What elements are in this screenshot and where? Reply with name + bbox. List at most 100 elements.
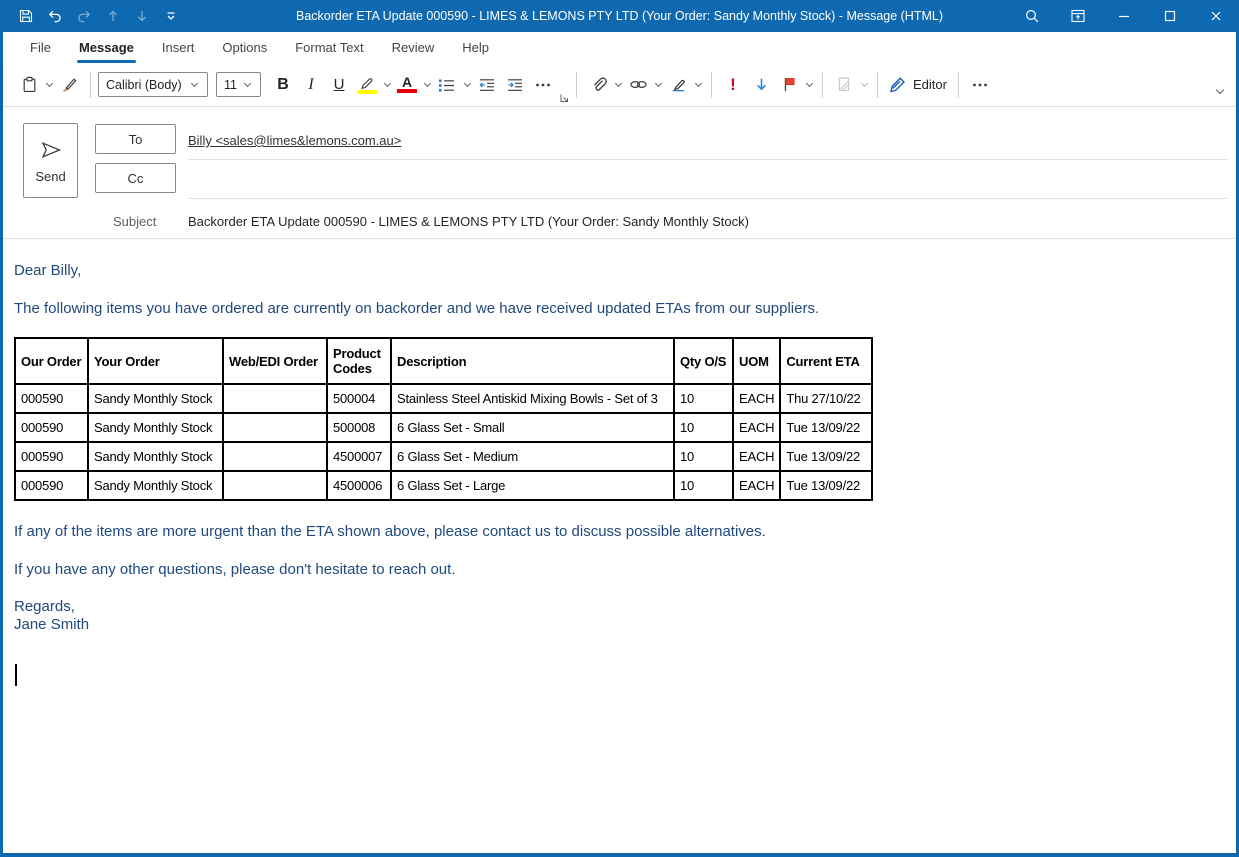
format-painter-icon[interactable] bbox=[55, 70, 83, 100]
send-button[interactable]: Send bbox=[23, 123, 78, 198]
outlook-message-window: Backorder ETA Update 000590 - LIMES & LE… bbox=[0, 0, 1239, 857]
ribbon-display-options-icon[interactable] bbox=[1055, 0, 1101, 32]
high-importance-button[interactable]: ! bbox=[719, 70, 747, 100]
message-header: Send To Cc Billy <sales@limes&lemons.com… bbox=[3, 107, 1236, 239]
signature-dropdown-icon[interactable] bbox=[695, 80, 702, 87]
tab-insert[interactable]: Insert bbox=[148, 32, 209, 63]
close-button[interactable] bbox=[1193, 0, 1239, 32]
minimize-button[interactable] bbox=[1101, 0, 1147, 32]
divider bbox=[958, 72, 959, 98]
link-button[interactable] bbox=[624, 70, 652, 100]
cell-web-edi-order bbox=[223, 442, 327, 471]
bold-button[interactable]: B bbox=[269, 70, 297, 100]
font-size-combobox[interactable]: 11 bbox=[216, 72, 261, 97]
cell-web-edi-order bbox=[223, 413, 327, 442]
font-color-dropdown-icon[interactable] bbox=[424, 80, 431, 87]
text-highlight-icon bbox=[357, 76, 377, 94]
cc-label: Cc bbox=[128, 171, 144, 186]
to-label: To bbox=[129, 132, 143, 147]
bold-icon: B bbox=[277, 76, 289, 94]
italic-icon: I bbox=[308, 76, 313, 94]
quick-access-toolbar bbox=[0, 4, 183, 28]
high-importance-icon: ! bbox=[730, 75, 736, 95]
flag-dropdown-icon[interactable] bbox=[806, 80, 813, 87]
font-color-icon: A bbox=[397, 76, 417, 93]
cell-uom: EACH bbox=[733, 413, 780, 442]
body-urgent: If any of the items are more urgent than… bbox=[14, 522, 1225, 541]
tab-options[interactable]: Options bbox=[208, 32, 281, 63]
bullets-button[interactable] bbox=[433, 70, 461, 100]
customize-qat-icon[interactable] bbox=[159, 4, 183, 28]
subject-field[interactable]: Backorder ETA Update 000590 - LIMES & LE… bbox=[188, 214, 749, 229]
ribbon-toolbar: Calibri (Body) 11 B I U A bbox=[3, 63, 1236, 107]
to-button[interactable]: To bbox=[95, 124, 176, 154]
paperclip-icon bbox=[590, 76, 607, 93]
more-commands-button[interactable] bbox=[966, 70, 994, 100]
subject-label: Subject bbox=[113, 214, 156, 229]
decrease-indent-button[interactable] bbox=[473, 70, 501, 100]
col-current-eta: Current ETA bbox=[780, 338, 872, 384]
font-name-combobox[interactable]: Calibri (Body) bbox=[98, 72, 208, 97]
more-paragraph-options-button[interactable] bbox=[529, 70, 557, 100]
tab-help[interactable]: Help bbox=[448, 32, 503, 63]
cc-field[interactable] bbox=[188, 198, 1228, 199]
search-icon[interactable] bbox=[1009, 0, 1055, 32]
increase-indent-icon bbox=[506, 77, 524, 93]
cell-current-eta: Thu 27/10/22 bbox=[780, 384, 872, 413]
maximize-button[interactable] bbox=[1147, 0, 1193, 32]
cell-current-eta: Tue 13/09/22 bbox=[780, 471, 872, 500]
cell-our-order: 000590 bbox=[15, 384, 88, 413]
cc-button[interactable]: Cc bbox=[95, 163, 176, 193]
link-dropdown-icon[interactable] bbox=[655, 80, 662, 87]
chevron-down-icon[interactable] bbox=[191, 80, 198, 87]
save-icon[interactable] bbox=[14, 4, 38, 28]
font-color-button[interactable]: A bbox=[393, 70, 421, 100]
move-up-icon bbox=[101, 4, 125, 28]
sensitivity-dropdown-icon bbox=[861, 80, 868, 87]
sensitivity-button-disabled bbox=[830, 70, 858, 100]
signature-button[interactable] bbox=[664, 70, 692, 100]
title-bar: Backorder ETA Update 000590 - LIMES & LE… bbox=[0, 0, 1239, 32]
underline-button[interactable]: U bbox=[325, 70, 353, 100]
ribbon-tabs: File Message Insert Options Format Text … bbox=[3, 32, 1236, 63]
editor-label: Editor bbox=[913, 77, 947, 92]
to-recipient-link[interactable]: Billy <sales@limes&lemons.com.au> bbox=[188, 133, 401, 148]
table-header-row: Our Order Your Order Web/EDI Order Produ… bbox=[15, 338, 872, 384]
collapse-ribbon-icon[interactable] bbox=[1213, 82, 1226, 100]
col-product-codes: Product Codes bbox=[327, 338, 391, 384]
text-highlight-button[interactable] bbox=[353, 70, 381, 100]
cell-qty-os: 10 bbox=[674, 471, 733, 500]
col-web-edi-order: Web/EDI Order bbox=[223, 338, 327, 384]
message-body-editor[interactable]: Dear Billy, The following items you have… bbox=[3, 239, 1236, 853]
dialog-launcher-icon[interactable] bbox=[559, 93, 569, 103]
cell-our-order: 000590 bbox=[15, 413, 88, 442]
chevron-down-icon[interactable] bbox=[244, 80, 251, 87]
paste-dropdown-icon[interactable] bbox=[46, 80, 53, 87]
divider bbox=[711, 72, 712, 98]
underline-icon: U bbox=[334, 76, 345, 93]
attach-dropdown-icon[interactable] bbox=[615, 80, 622, 87]
tab-format-text[interactable]: Format Text bbox=[281, 32, 377, 63]
editor-button[interactable]: Editor bbox=[885, 76, 951, 93]
divider bbox=[576, 72, 577, 98]
text-highlight-dropdown-icon[interactable] bbox=[384, 80, 391, 87]
decrease-indent-icon bbox=[478, 77, 496, 93]
paste-button[interactable] bbox=[15, 70, 43, 100]
tab-message[interactable]: Message bbox=[65, 32, 148, 63]
italic-button[interactable]: I bbox=[297, 70, 325, 100]
backorder-table: Our Order Your Order Web/EDI Order Produ… bbox=[14, 337, 873, 501]
divider bbox=[90, 72, 91, 98]
to-field[interactable] bbox=[188, 159, 1228, 160]
body-questions: If you have any other questions, please … bbox=[14, 560, 1225, 579]
bullets-dropdown-icon[interactable] bbox=[464, 80, 471, 87]
increase-indent-button[interactable] bbox=[501, 70, 529, 100]
body-intro: The following items you have ordered are… bbox=[14, 299, 1225, 318]
send-label: Send bbox=[35, 169, 65, 184]
attach-file-button[interactable] bbox=[584, 70, 612, 100]
tab-review[interactable]: Review bbox=[378, 32, 449, 63]
cell-current-eta: Tue 13/09/22 bbox=[780, 442, 872, 471]
follow-up-flag-button[interactable] bbox=[775, 70, 803, 100]
undo-icon[interactable] bbox=[43, 4, 67, 28]
low-importance-button[interactable] bbox=[747, 70, 775, 100]
tab-file[interactable]: File bbox=[16, 32, 65, 63]
